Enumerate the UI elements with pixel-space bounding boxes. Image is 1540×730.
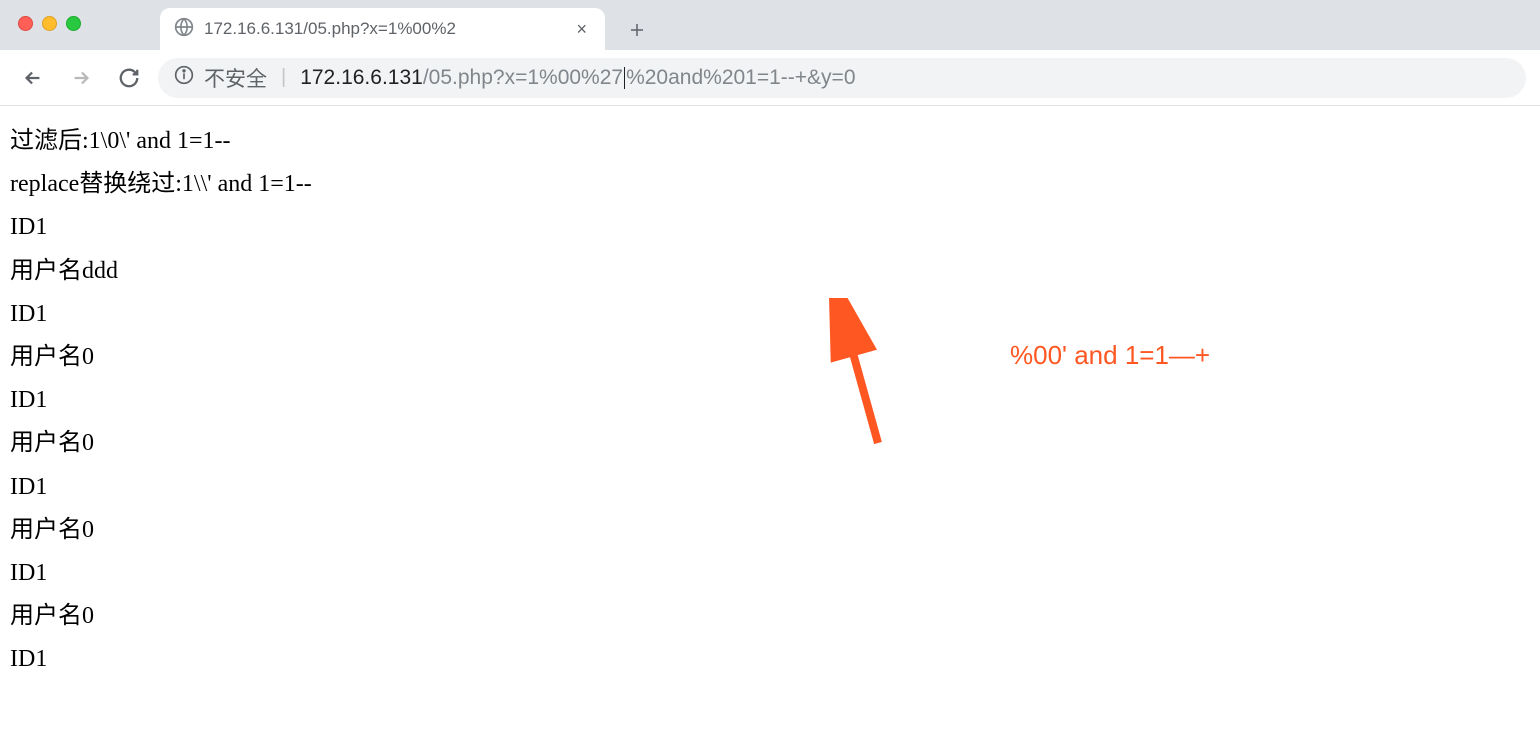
output-line: ID1 [10,552,1530,595]
window-controls [18,16,81,31]
output-line: ID1 [10,466,1530,509]
output-line: 用户名0 [10,509,1530,552]
globe-icon [174,17,194,42]
url-path: /05.php?x=1%00%27%20and%201=1--+&y=0 [423,66,856,89]
back-button[interactable] [14,59,52,97]
new-tab-button[interactable] [617,10,657,50]
output-line: ID1 [10,379,1530,422]
close-icon[interactable]: × [572,19,591,40]
tab-title: 172.16.6.131/05.php?x=1%00%2 [204,19,562,39]
output-line: 过滤后:1\0\' and 1=1-- [10,120,1530,163]
info-icon[interactable] [174,65,194,91]
window-close-button[interactable] [18,16,33,31]
url-host: 172.16.6.131 [300,66,423,89]
address-bar[interactable]: 不安全 | 172.16.6.131/05.php?x=1%00%27%20an… [158,58,1526,98]
output-line: ID1 [10,293,1530,336]
output-line: 用户名0 [10,595,1530,638]
forward-button[interactable] [62,59,100,97]
output-line: 用户名ddd [10,250,1530,293]
window-maximize-button[interactable] [66,16,81,31]
browser-toolbar: 不安全 | 172.16.6.131/05.php?x=1%00%27%20an… [0,50,1540,106]
output-line: ID1 [10,206,1530,249]
url-text: 172.16.6.131/05.php?x=1%00%27%20and%201=… [300,66,855,90]
output-line: replace替换绕过:1\\' and 1=1-- [10,163,1530,206]
output-line: 用户名0 [10,422,1530,465]
address-separator: | [281,66,286,89]
text-caret [624,67,625,89]
window-minimize-button[interactable] [42,16,57,31]
reload-button[interactable] [110,59,148,97]
insecure-label: 不安全 [204,63,267,93]
browser-tab-bar: 172.16.6.131/05.php?x=1%00%2 × [0,0,1540,50]
output-line: 用户名0 [10,336,1530,379]
page-body: 过滤后:1\0\' and 1=1-- replace替换绕过:1\\' and… [0,106,1540,695]
annotation-text: %00' and 1=1—+ [1010,340,1210,371]
browser-tab-active[interactable]: 172.16.6.131/05.php?x=1%00%2 × [160,8,605,50]
output-line: ID1 [10,638,1530,681]
